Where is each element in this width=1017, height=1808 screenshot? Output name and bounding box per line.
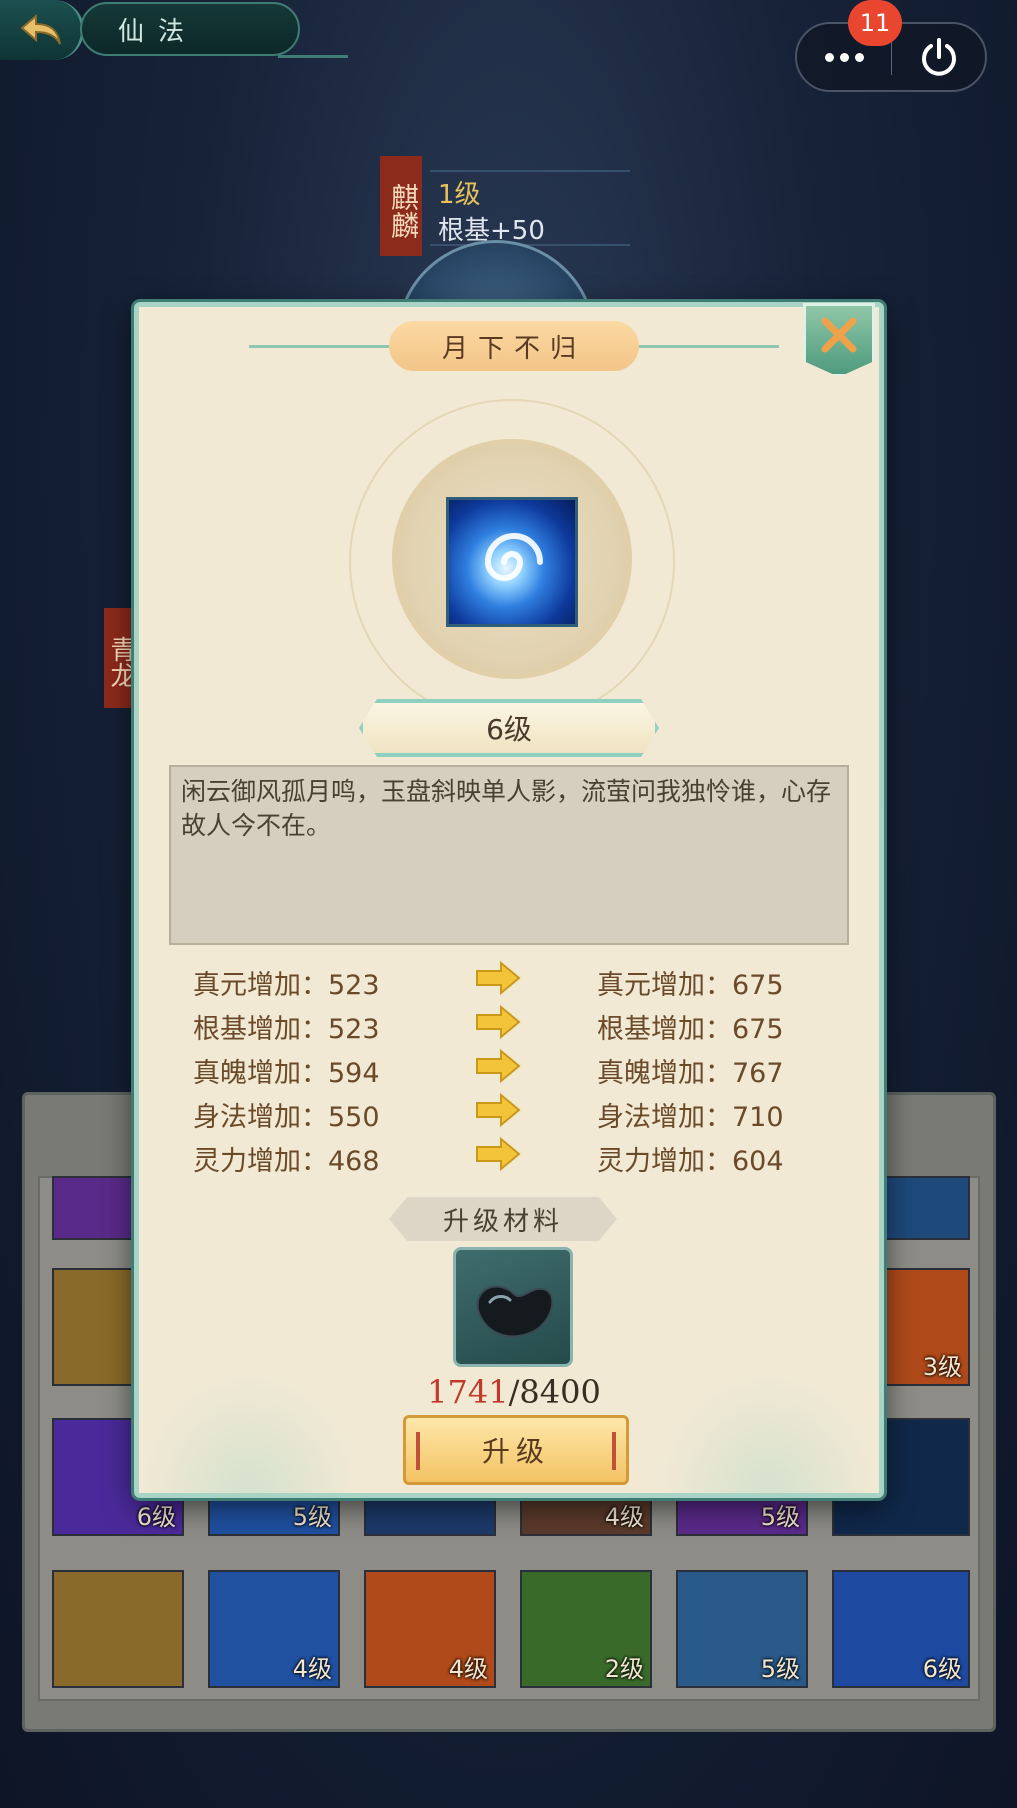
notification-badge: 11 [848, 0, 902, 46]
stat-current: 真元增加：523 [193, 970, 380, 1001]
back-arrow-icon [19, 13, 61, 45]
skill-tile[interactable]: 6级 [832, 1570, 970, 1688]
close-button[interactable] [803, 303, 875, 377]
skill-detail-dialog: 月下不归 6级 闲云御风孤月鸣，玉盘斜映单人影，流萤问我独怜谁，心存故人今不在。… [134, 302, 884, 1498]
page-title: 仙法 [80, 2, 348, 58]
back-button[interactable] [0, 0, 84, 60]
skill-tile[interactable] [880, 1176, 970, 1240]
power-icon [921, 38, 956, 76]
dialog-title: 月下不归 [389, 321, 639, 371]
skill-tile[interactable]: 3级 [880, 1268, 970, 1386]
exit-button[interactable] [892, 35, 985, 79]
stat-next: 根基增加：675 [597, 1014, 784, 1045]
arrow-right-icon [476, 1049, 521, 1083]
arrow-right-icon [476, 1005, 521, 1039]
stat-next: 身法增加：710 [597, 1102, 784, 1133]
close-icon [821, 317, 857, 353]
dot-icon [824, 52, 834, 62]
dot-icon [839, 52, 849, 62]
stat-next: 灵力增加：604 [597, 1146, 784, 1177]
stat-row: 身法增加：550 身法增加：710 [169, 1089, 849, 1133]
arrow-right-icon [476, 1137, 521, 1171]
skill-icon [446, 497, 578, 627]
stat-current: 真魄增加：594 [193, 1058, 380, 1089]
skill-tile[interactable]: 4级 [364, 1570, 496, 1688]
button-ornament [416, 1432, 420, 1470]
material-have: 1741 [427, 1373, 509, 1411]
stat-next: 真魄增加：767 [597, 1058, 784, 1089]
swirl-icon [484, 533, 543, 581]
material-label: 升级材料 [389, 1197, 617, 1241]
stat-current: 根基增加：523 [193, 1014, 380, 1045]
stat-row: 真元增加：523 真元增加：675 [169, 957, 849, 1001]
stat-row: 真魄增加：594 真魄增加：767 [169, 1045, 849, 1089]
upgrade-button[interactable]: 升级 [403, 1415, 629, 1485]
black-bean-icon [476, 1285, 554, 1338]
more-menu-button[interactable] [797, 52, 891, 62]
arrow-right-icon [476, 1093, 521, 1127]
skill-tile[interactable] [52, 1570, 184, 1688]
skill-tile[interactable]: 2级 [520, 1570, 652, 1688]
beast-level: 1级 [438, 180, 481, 210]
upgrade-button-label: 升级 [481, 1435, 550, 1468]
button-ornament [612, 1432, 616, 1470]
dot-icon [854, 52, 864, 62]
stat-row: 根基增加：523 根基增加：675 [169, 1001, 849, 1045]
stat-current: 身法增加：550 [193, 1102, 380, 1133]
skill-tile[interactable]: 4级 [208, 1570, 340, 1688]
stat-next: 真元增加：675 [597, 970, 784, 1001]
material-item[interactable] [453, 1247, 573, 1367]
cloud-decoration [659, 1373, 879, 1493]
skill-level: 6级 [359, 699, 659, 757]
stat-row: 灵力增加：468 灵力增加：604 [169, 1133, 849, 1177]
skill-description: 闲云御风孤月鸣，玉盘斜映单人影，流萤问我独怜谁，心存故人今不在。 [169, 765, 849, 945]
material-count: 1741/8400 [379, 1373, 649, 1411]
stat-current: 灵力增加：468 [193, 1146, 380, 1177]
skill-tile[interactable]: 5级 [676, 1570, 808, 1688]
decor-line [430, 170, 630, 172]
material-need: /8400 [508, 1373, 601, 1411]
arrow-right-icon [476, 961, 521, 995]
beast-name-tag: 麒麟 [380, 156, 422, 256]
cloud-decoration [139, 1373, 359, 1493]
